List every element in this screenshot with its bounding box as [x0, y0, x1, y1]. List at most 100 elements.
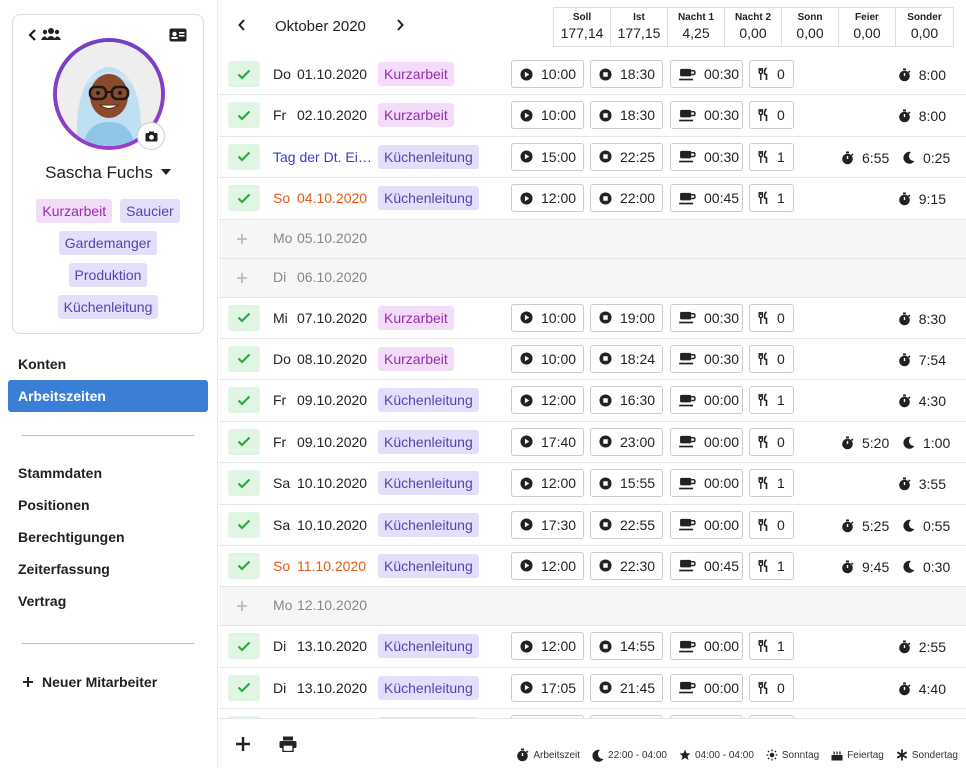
nav-item-arbeitszeiten[interactable]: Arbeitszeiten — [8, 380, 208, 412]
position-badge[interactable]: Küchenleitung — [378, 144, 479, 169]
meal-button[interactable]: 0 — [749, 101, 794, 130]
start-time-button[interactable]: 12:00 — [511, 632, 584, 661]
group-icon[interactable] — [41, 27, 61, 44]
approved-check-icon[interactable] — [228, 345, 260, 372]
end-time-button[interactable]: 22:00 — [590, 184, 663, 213]
approved-check-icon[interactable] — [228, 674, 260, 701]
nav-item-berechtigungen[interactable]: Berechtigungen — [8, 521, 208, 553]
position-badge[interactable]: Kurzarbeit — [378, 305, 454, 330]
meal-button[interactable]: 0 — [749, 510, 794, 539]
approved-check-icon[interactable] — [228, 511, 260, 538]
add-entry-button[interactable] — [235, 736, 251, 755]
pause-button[interactable]: 00:00 — [670, 673, 743, 702]
approved-check-icon[interactable] — [228, 61, 260, 87]
profile-tag[interactable]: Küchenleitung — [57, 295, 159, 319]
add-entry-plus-icon[interactable] — [228, 265, 256, 291]
new-employee-button[interactable]: Neuer Mitarbeiter — [8, 666, 208, 698]
meal-button[interactable]: 1 — [749, 551, 794, 580]
end-time-button[interactable]: 21:45 — [590, 673, 663, 702]
start-time-button[interactable]: 15:00 — [511, 142, 584, 171]
start-time-button[interactable]: 12:00 — [511, 551, 584, 580]
start-time-button[interactable]: 10:00 — [511, 60, 584, 88]
start-time-button[interactable]: 12:00 — [511, 469, 584, 498]
end-time-button[interactable]: 23:00 — [590, 427, 663, 456]
meal-button[interactable]: 0 — [749, 303, 794, 332]
position-badge[interactable]: Küchenleitung — [378, 634, 479, 659]
back-chevron-icon[interactable] — [27, 28, 37, 45]
print-button[interactable] — [279, 736, 297, 755]
end-time-button[interactable]: 18:30 — [590, 60, 663, 88]
meal-button[interactable]: 1 — [749, 184, 794, 213]
end-time-button[interactable]: 22:30 — [590, 551, 663, 580]
start-time-button[interactable]: 12:00 — [511, 386, 584, 415]
pause-button[interactable]: 00:30 — [670, 142, 743, 171]
pause-button[interactable]: 00:45 — [670, 184, 743, 213]
approved-check-icon[interactable] — [228, 633, 260, 660]
end-time-button[interactable]: 18:30 — [590, 101, 663, 130]
approved-check-icon[interactable] — [228, 387, 260, 414]
pause-button[interactable]: 00:30 — [670, 60, 743, 88]
profile-tag[interactable]: Produktion — [68, 263, 148, 287]
pause-button[interactable]: 00:30 — [670, 101, 743, 130]
meal-button[interactable]: 1 — [749, 386, 794, 415]
end-time-button[interactable]: 14:55 — [590, 632, 663, 661]
approved-check-icon[interactable] — [228, 143, 260, 170]
approved-check-icon[interactable] — [228, 428, 260, 455]
position-badge[interactable]: Küchenleitung — [378, 553, 479, 578]
position-badge[interactable]: Küchenleitung — [378, 512, 479, 537]
position-badge[interactable]: Küchenleitung — [378, 471, 479, 496]
start-time-button[interactable]: 10:00 — [511, 303, 584, 332]
approved-check-icon[interactable] — [228, 185, 260, 212]
end-time-button[interactable]: 22:55 — [590, 510, 663, 539]
add-entry-plus-icon[interactable] — [228, 593, 256, 619]
profile-name[interactable]: Sascha Fuchs — [13, 163, 203, 183]
pause-button[interactable]: 00:00 — [670, 386, 743, 415]
meal-button[interactable]: 0 — [749, 673, 794, 702]
id-card-icon[interactable] — [169, 28, 187, 45]
profile-tag[interactable]: Kurzarbeit — [36, 199, 113, 223]
start-time-button[interactable]: 17:05 — [511, 673, 584, 702]
approved-check-icon[interactable] — [228, 304, 260, 331]
position-badge[interactable]: Küchenleitung — [378, 429, 479, 454]
start-time-button[interactable]: 17:30 — [511, 510, 584, 539]
meal-button[interactable]: 1 — [749, 632, 794, 661]
meal-button[interactable]: 0 — [749, 60, 794, 88]
position-badge[interactable]: Kurzarbeit — [378, 103, 454, 128]
nav-item-positionen[interactable]: Positionen — [8, 489, 208, 521]
pause-button[interactable]: 00:30 — [670, 303, 743, 332]
profile-tag[interactable]: Saucier — [120, 199, 180, 223]
start-time-button[interactable]: 10:00 — [511, 344, 584, 373]
meal-button[interactable]: 1 — [749, 142, 794, 171]
nav-item-stammdaten[interactable]: Stammdaten — [8, 457, 208, 489]
position-badge[interactable]: Küchenleitung — [378, 388, 479, 413]
prev-month-icon[interactable] — [237, 18, 247, 35]
end-time-button[interactable]: 16:30 — [590, 386, 663, 415]
start-time-button[interactable]: 10:00 — [511, 101, 584, 130]
nav-item-zeiterfassung[interactable]: Zeiterfassung — [8, 553, 208, 585]
position-badge[interactable]: Kurzarbeit — [378, 346, 454, 371]
position-badge[interactable]: Küchenleitung — [378, 675, 479, 700]
camera-icon[interactable] — [137, 122, 165, 150]
approved-check-icon[interactable] — [228, 102, 260, 129]
start-time-button[interactable]: 17:40 — [511, 427, 584, 456]
add-entry-plus-icon[interactable] — [228, 226, 256, 252]
meal-button[interactable]: 0 — [749, 427, 794, 456]
nav-item-vertrag[interactable]: Vertrag — [8, 585, 208, 617]
end-time-button[interactable]: 15:55 — [590, 469, 663, 498]
approved-check-icon[interactable] — [228, 470, 260, 497]
start-time-button[interactable]: 12:00 — [511, 184, 584, 213]
pause-button[interactable]: 00:45 — [670, 551, 743, 580]
position-badge[interactable]: Küchenleitung — [378, 186, 479, 211]
pause-button[interactable]: 00:00 — [670, 632, 743, 661]
end-time-button[interactable]: 18:24 — [590, 344, 663, 373]
pause-button[interactable]: 00:00 — [670, 469, 743, 498]
next-month-icon[interactable] — [395, 18, 405, 35]
pause-button[interactable]: 00:00 — [670, 427, 743, 456]
pause-button[interactable]: 00:00 — [670, 510, 743, 539]
end-time-button[interactable]: 19:00 — [590, 303, 663, 332]
nav-item-konten[interactable]: Konten — [8, 348, 208, 380]
approved-check-icon[interactable] — [228, 552, 260, 579]
meal-button[interactable]: 1 — [749, 469, 794, 498]
profile-tag[interactable]: Gardemanger — [58, 231, 158, 255]
meal-button[interactable]: 0 — [749, 344, 794, 373]
